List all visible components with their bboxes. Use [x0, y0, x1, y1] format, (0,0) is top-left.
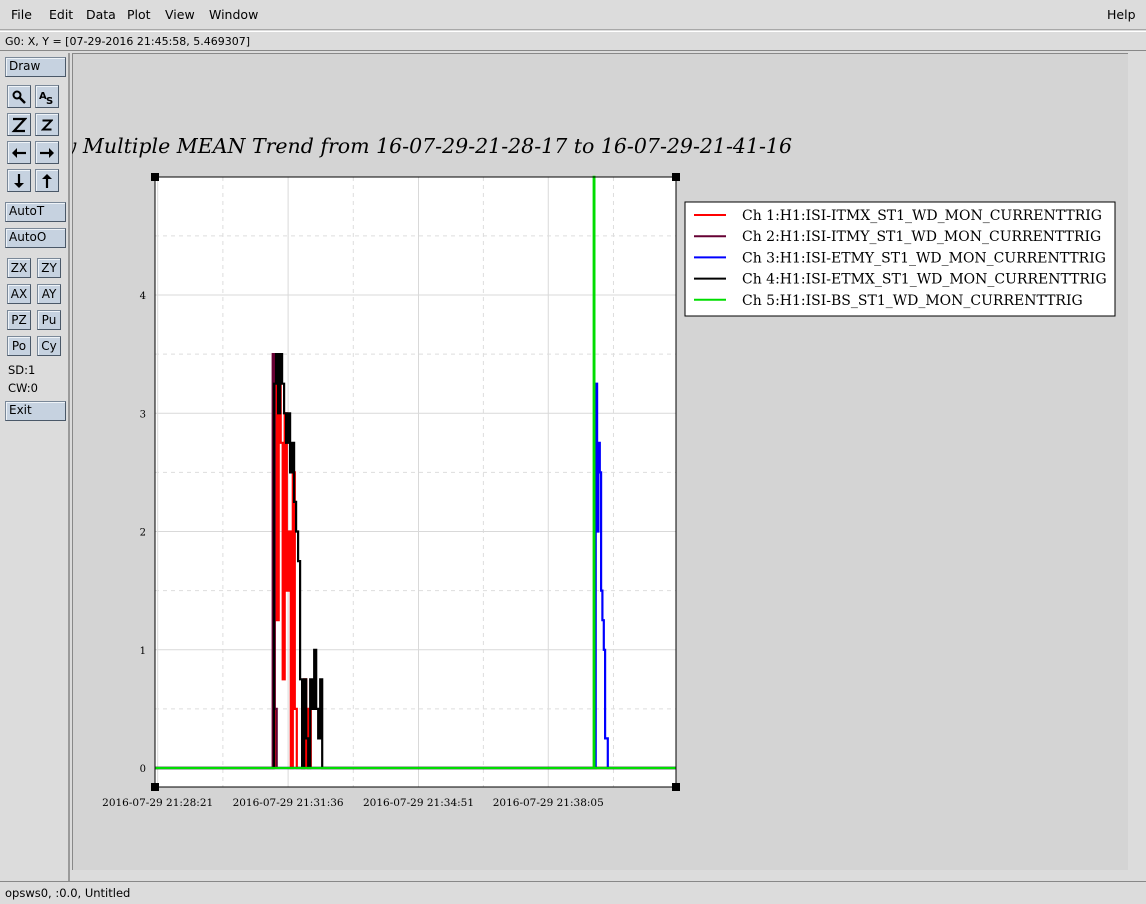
- trend-chart[interactable]: 0 1 2 3 4 2016-07-29 21:28:21 2016-07-29 21:31…: [0, 0, 1146, 880]
- y-tick-label: 2: [140, 528, 146, 539]
- y-tick-label: 4: [140, 291, 146, 302]
- y-tick-label: 3: [140, 409, 146, 420]
- x-tick-label: 2016-07-29 21:31:36: [233, 797, 344, 809]
- legend-entry: Ch 3:H1:ISI-ETMY_ST1_WD_MON_CURRENTTRIG: [742, 250, 1106, 266]
- legend-entry: Ch 2:H1:ISI-ITMY_ST1_WD_MON_CURRENTTRIG: [742, 229, 1101, 245]
- x-tick-label: 2016-07-29 21:28:21: [102, 797, 213, 809]
- corner-handle: [672, 783, 680, 791]
- corner-handle: [151, 173, 159, 181]
- status-bar: opsws0, :0.0, Untitled: [0, 881, 1146, 904]
- x-tick-label: 2016-07-29 21:34:51: [363, 797, 474, 809]
- legend-entry: Ch 5:H1:ISI-BS_ST1_WD_MON_CURRENTTRIG: [742, 293, 1083, 309]
- corner-handle: [672, 173, 680, 181]
- legend-entry: Ch 4:H1:ISI-ETMX_ST1_WD_MON_CURRENTTRIG: [742, 272, 1107, 288]
- y-tick-label: 0: [140, 764, 146, 775]
- status-text: opsws0, :0.0, Untitled: [5, 886, 131, 900]
- y-tick-label: 1: [140, 646, 146, 657]
- legend-entry: Ch 1:H1:ISI-ITMX_ST1_WD_MON_CURRENTTRIG: [742, 208, 1102, 224]
- x-tick-label: 2016-07-29 21:38:05: [493, 797, 604, 809]
- corner-handle: [151, 783, 159, 791]
